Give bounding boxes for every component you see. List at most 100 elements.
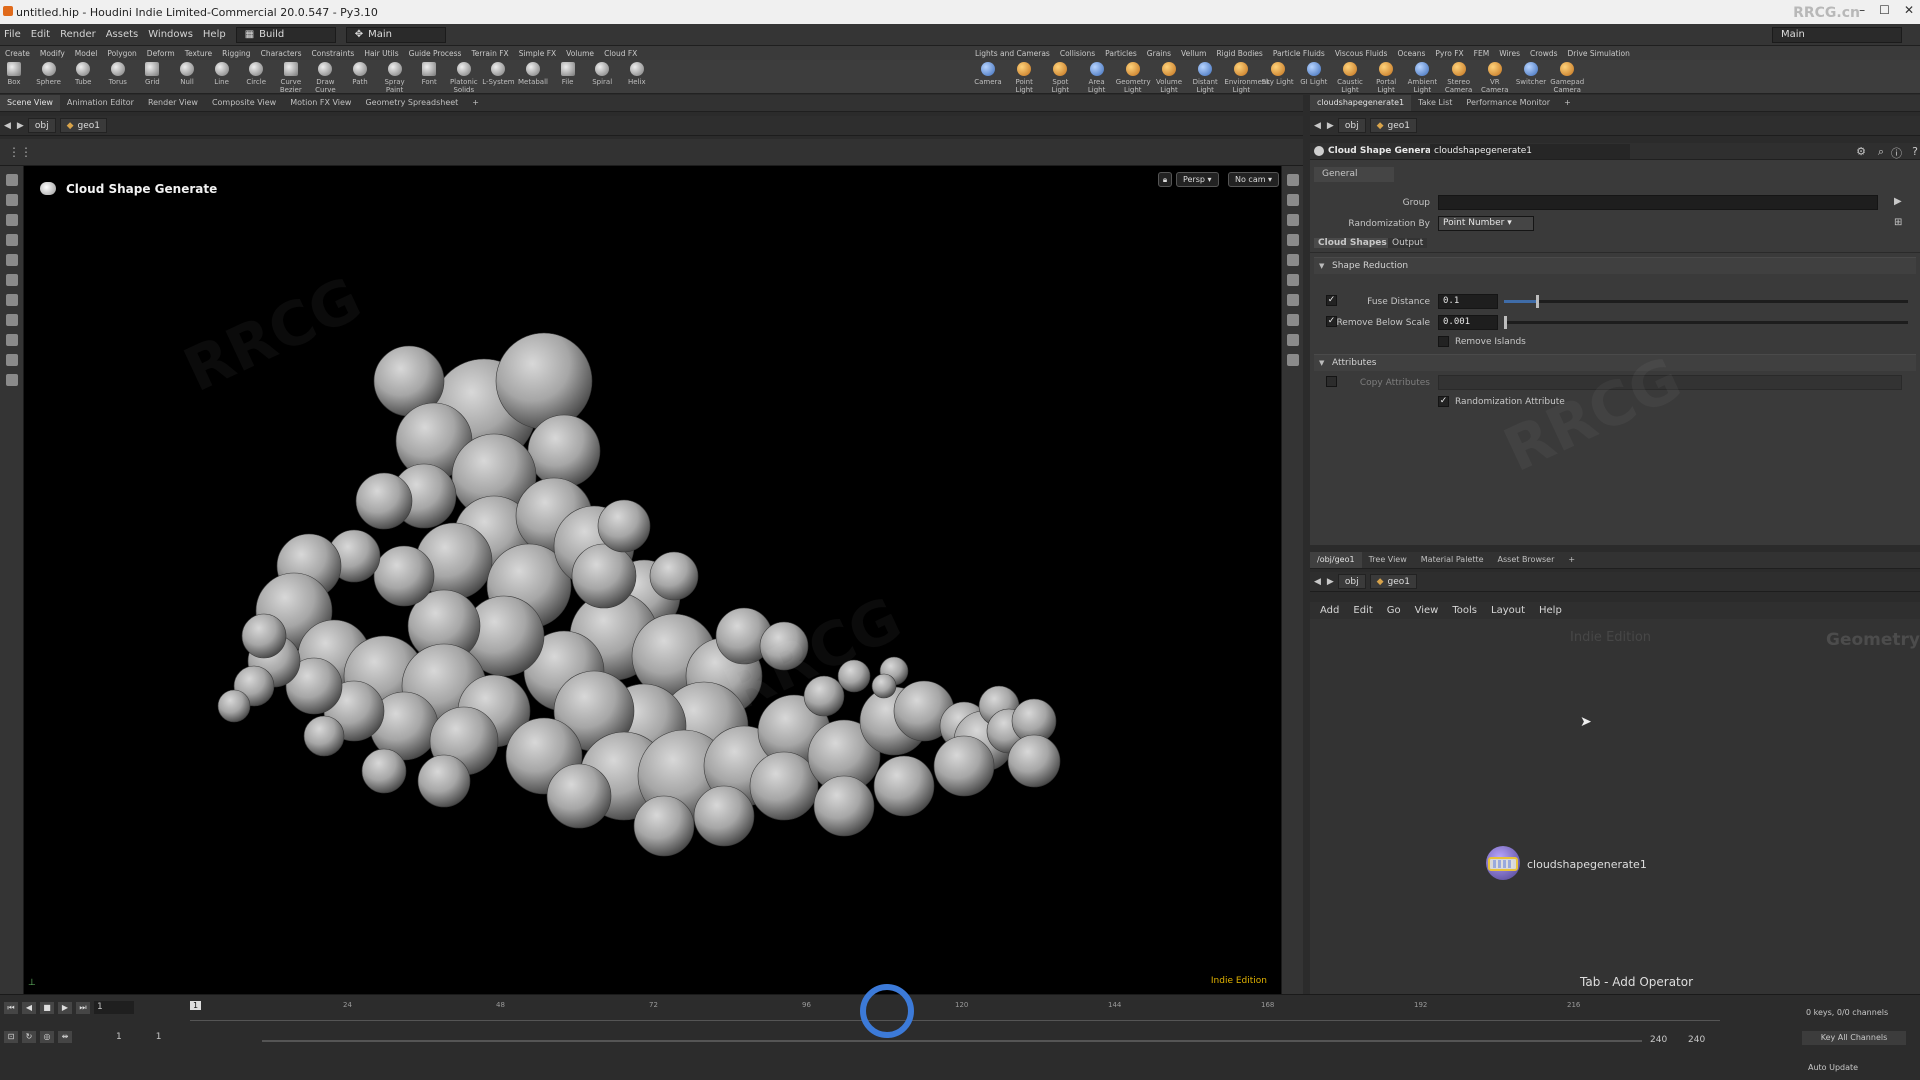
network-path-geo1[interactable]: ◆ geo1: [1369, 574, 1417, 589]
view-tool-icon[interactable]: [5, 294, 18, 306]
param-back-icon[interactable]: ◀: [1314, 121, 1321, 131]
shelf-tab-viscous-fluids[interactable]: Viscous Fluids: [1330, 49, 1393, 58]
tool-line[interactable]: Line: [205, 62, 239, 86]
network-menu-help[interactable]: Help: [1539, 605, 1562, 616]
jump-start-icon[interactable]: ⏮: [4, 1001, 18, 1014]
shelf-tab-rigging[interactable]: Rigging: [217, 49, 255, 58]
current-frame-field[interactable]: 1: [94, 1001, 134, 1014]
tab-scene-view[interactable]: Scene View: [0, 95, 60, 111]
auto-update-button[interactable]: Auto Update: [1808, 1063, 1858, 1072]
network-back-icon[interactable]: ◀: [1314, 577, 1321, 587]
shelf-tab-grains[interactable]: Grains: [1142, 49, 1176, 58]
fuse-distance-slider[interactable]: [1504, 295, 1908, 308]
context-select[interactable]: ✥ Main: [345, 26, 446, 43]
tool-box[interactable]: Box: [0, 62, 31, 86]
remove-below-scale-field[interactable]: 0.001: [1438, 315, 1498, 330]
shelf-tab-create[interactable]: Create: [0, 49, 35, 58]
camera-tool-icon[interactable]: [5, 374, 18, 386]
key-all-channels-button[interactable]: Key All Channels: [1802, 1031, 1906, 1045]
tool-circle[interactable]: Circle: [239, 62, 273, 86]
menu-file[interactable]: File: [4, 29, 21, 40]
tool-spray-paint[interactable]: Spray Paint: [378, 62, 412, 94]
move-tool-icon[interactable]: [5, 194, 18, 206]
tool-helix[interactable]: Helix: [620, 62, 654, 86]
select-tool-icon[interactable]: [5, 174, 18, 186]
tool-l-system[interactable]: L-System: [481, 62, 515, 86]
points-icon[interactable]: [1286, 254, 1299, 266]
minimize-icon[interactable]: –: [1859, 3, 1865, 17]
tool-gamepad-camera[interactable]: Gamepad Camera: [1550, 62, 1584, 94]
tool-curve-bezier[interactable]: Curve Bezier: [274, 62, 308, 94]
wireframe-icon[interactable]: [1286, 214, 1299, 226]
info-icon[interactable]: ⓘ: [1891, 145, 1902, 161]
tool-volume-light[interactable]: Volume Light: [1152, 62, 1186, 94]
fuse-distance-field[interactable]: 0.1: [1438, 294, 1498, 309]
menu-edit[interactable]: Edit: [31, 29, 50, 40]
network-menu-tools[interactable]: Tools: [1452, 605, 1477, 616]
menu-help[interactable]: Help: [203, 29, 226, 40]
network-menu-layout[interactable]: Layout: [1491, 605, 1525, 616]
range-end-a[interactable]: 240: [1650, 1035, 1667, 1045]
tool-font[interactable]: Font: [412, 62, 446, 86]
maximize-icon[interactable]: ☐: [1879, 3, 1890, 17]
shelf-tab-vellum[interactable]: Vellum: [1176, 49, 1211, 58]
grid-icon[interactable]: [1286, 354, 1299, 366]
search-icon[interactable]: ⌕: [1878, 145, 1884, 159]
remove-below-scale-slider[interactable]: [1504, 316, 1908, 329]
network-menu-view[interactable]: View: [1415, 605, 1439, 616]
scale-tool-icon[interactable]: [5, 234, 18, 246]
magnet-icon[interactable]: [5, 314, 18, 326]
right-desktop-select[interactable]: Main: [1772, 26, 1902, 43]
cloudshapegenerate-node[interactable]: [1488, 857, 1518, 871]
shading-icon[interactable]: [1286, 234, 1299, 246]
tool-null[interactable]: Null: [170, 62, 204, 86]
rotate-tool-icon[interactable]: [5, 214, 18, 226]
tool-spot-light[interactable]: Spot Light: [1043, 62, 1077, 94]
brush-icon[interactable]: [5, 354, 18, 366]
shelf-tab-characters[interactable]: Characters: [256, 49, 307, 58]
shelf-tab-lights-and-cameras[interactable]: Lights and Cameras: [970, 49, 1055, 58]
tool-switcher[interactable]: Switcher: [1514, 62, 1548, 86]
shelf-tab-deform[interactable]: Deform: [142, 49, 180, 58]
grid-menu-icon[interactable]: ⋮⋮: [8, 145, 32, 159]
tab-composite-view[interactable]: Composite View: [205, 95, 283, 111]
tab-asset-browser[interactable]: Asset Browser: [1491, 552, 1562, 568]
shelf-tab-model[interactable]: Model: [70, 49, 103, 58]
tool-portal-light[interactable]: Portal Light: [1369, 62, 1403, 94]
menu-assets[interactable]: Assets: [106, 29, 139, 40]
fuse-distance-slider-handle[interactable]: [1536, 295, 1540, 308]
network-menu-add[interactable]: Add: [1320, 605, 1339, 616]
range-start-b[interactable]: 1: [156, 1032, 162, 1042]
pose-tool-icon[interactable]: [5, 274, 18, 286]
shelf-tab-constraints[interactable]: Constraints: [307, 49, 360, 58]
section-shape-reduction[interactable]: Shape Reduction: [1314, 257, 1916, 274]
network-menu-go[interactable]: Go: [1387, 605, 1401, 616]
range-icon[interactable]: ⇹: [58, 1031, 72, 1043]
shelf-tab-terrain-fx[interactable]: Terrain FX: [466, 49, 513, 58]
network-forward-icon[interactable]: ▶: [1327, 577, 1334, 587]
tab-animation-editor[interactable]: Animation Editor: [60, 95, 141, 111]
shelf-tab-particles[interactable]: Particles: [1100, 49, 1142, 58]
close-icon[interactable]: ✕: [1904, 3, 1914, 17]
group-select-arrow-icon[interactable]: ▶: [1894, 196, 1902, 207]
menu-windows[interactable]: Windows: [148, 29, 193, 40]
tool-sphere[interactable]: Sphere: [32, 62, 66, 86]
tab-cloud-shapes[interactable]: Cloud Shapes: [1314, 238, 1391, 248]
tool-platonic-solids[interactable]: Platonic Solids: [447, 62, 481, 94]
tool-distant-light[interactable]: Distant Light: [1188, 62, 1222, 94]
gear-icon[interactable]: ⚙: [1856, 145, 1866, 158]
tool-tube[interactable]: Tube: [66, 62, 100, 86]
tool-grid[interactable]: Grid: [135, 62, 169, 86]
shelf-tab-polygon[interactable]: Polygon: [102, 49, 141, 58]
tool-file[interactable]: File: [551, 62, 585, 86]
tool-environment-light[interactable]: Environment Light: [1224, 62, 1269, 94]
shelf-tab-rigid-bodies[interactable]: Rigid Bodies: [1211, 49, 1267, 58]
tool-draw-curve[interactable]: Draw Curve: [308, 62, 342, 94]
add-tab-icon[interactable]: +: [1557, 95, 1578, 111]
shelf-tab-collisions[interactable]: Collisions: [1055, 49, 1100, 58]
normals-icon[interactable]: [1286, 274, 1299, 286]
shelf-tab-simple-fx[interactable]: Simple FX: [514, 49, 561, 58]
folder-general[interactable]: General: [1314, 167, 1394, 182]
tool-area-light[interactable]: Area Light: [1080, 62, 1114, 94]
param-path-geo1[interactable]: ◆ geo1: [1369, 118, 1417, 133]
